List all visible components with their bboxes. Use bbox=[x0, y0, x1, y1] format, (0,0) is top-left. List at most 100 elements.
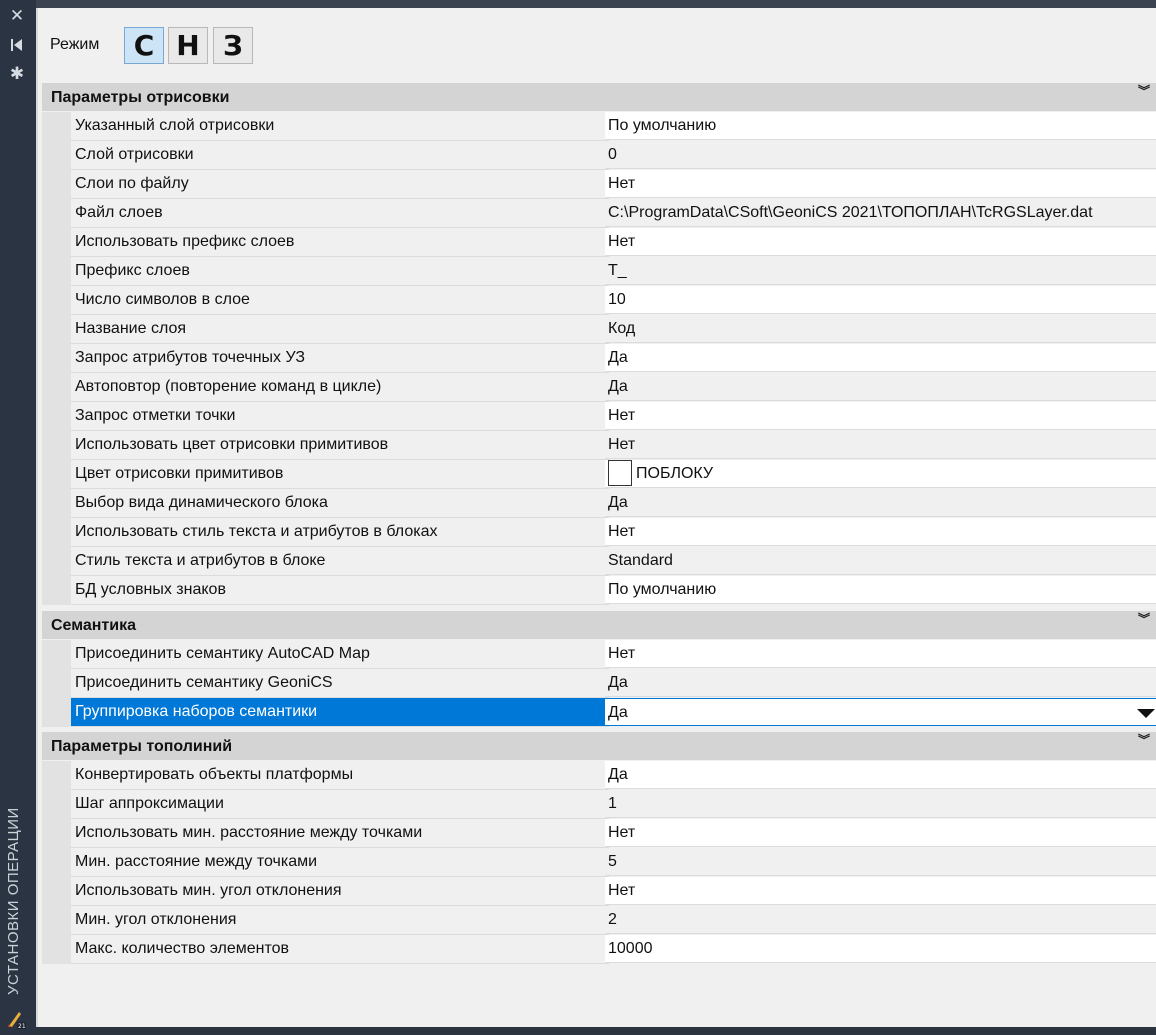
property-value-text: Да bbox=[608, 378, 628, 395]
property-value-text: Нет bbox=[608, 436, 636, 453]
close-icon[interactable]: ✕ bbox=[7, 6, 27, 26]
property-name: Группировка наборов семантики bbox=[71, 698, 609, 727]
property-value[interactable]: Да bbox=[605, 489, 1156, 517]
property-row[interactable]: Запрос атрибутов точечных УЗ Да bbox=[42, 344, 1156, 373]
property-name: Цвет отрисовки примитивов bbox=[71, 460, 609, 489]
property-name: Слой отрисовки bbox=[71, 141, 609, 170]
property-value-text: 0 bbox=[608, 146, 617, 163]
property-value[interactable]: Нет bbox=[605, 228, 1156, 256]
row-gutter bbox=[42, 141, 71, 170]
property-row[interactable]: Слои по файлу Нет bbox=[42, 170, 1156, 199]
property-value-text: Нет bbox=[608, 824, 636, 841]
property-row[interactable]: Использовать префикс слоев Нет bbox=[42, 228, 1156, 257]
row-gutter bbox=[42, 640, 71, 669]
property-row[interactable]: Префикс слоев T_ bbox=[42, 257, 1156, 286]
property-value[interactable]: Нет bbox=[605, 819, 1156, 847]
property-row[interactable]: БД условных знаков По умолчанию bbox=[42, 576, 1156, 605]
property-name: Слои по файлу bbox=[71, 170, 609, 199]
property-row[interactable]: Мин. расстояние между точками 5 bbox=[42, 848, 1156, 877]
property-row[interactable]: Мин. угол отклонения 2 bbox=[42, 906, 1156, 935]
property-value[interactable]: По умолчанию bbox=[605, 112, 1156, 140]
property-value[interactable]: Нет bbox=[605, 877, 1156, 905]
property-row[interactable]: Использовать стиль текста и атрибутов в … bbox=[42, 518, 1156, 547]
mode-button-z[interactable]: З bbox=[213, 27, 253, 64]
property-value[interactable]: Да bbox=[605, 669, 1156, 697]
section-drawing-params[interactable]: Параметры отрисовки ︾ bbox=[42, 83, 1156, 111]
property-value[interactable]: Нет bbox=[605, 431, 1156, 459]
settings-icon[interactable]: ✱ bbox=[7, 64, 27, 84]
property-value[interactable]: Да bbox=[605, 373, 1156, 401]
property-value[interactable]: 10 bbox=[605, 286, 1156, 314]
property-value[interactable]: Нет bbox=[605, 402, 1156, 430]
property-value[interactable]: Да bbox=[605, 761, 1156, 789]
property-row[interactable]: Указанный слой отрисовки По умолчанию bbox=[42, 112, 1156, 141]
row-gutter bbox=[42, 257, 71, 286]
property-name: Присоединить семантику AutoCAD Map bbox=[71, 640, 609, 669]
property-row[interactable]: Выбор вида динамического блока Да bbox=[42, 489, 1156, 518]
property-value[interactable]: 1 bbox=[605, 790, 1156, 818]
property-value[interactable]: Нет bbox=[605, 518, 1156, 546]
property-row[interactable]: Слой отрисовки 0 bbox=[42, 141, 1156, 170]
property-name: Мин. угол отклонения bbox=[71, 906, 609, 935]
property-value[interactable]: Да bbox=[605, 344, 1156, 372]
mode-button-c[interactable]: С bbox=[124, 27, 164, 64]
property-row[interactable]: Шаг аппроксимации 1 bbox=[42, 790, 1156, 819]
property-row[interactable]: Файл слоев C:\ProgramData\CSoft\GeoniCS 2… bbox=[42, 199, 1156, 228]
property-name: Шаг аппроксимации bbox=[71, 790, 609, 819]
property-value-text: T_ bbox=[608, 262, 627, 279]
property-row[interactable]: Использовать мин. расстояние между точка… bbox=[42, 819, 1156, 848]
property-value-dropdown[interactable]: Да bbox=[605, 698, 1156, 726]
property-row[interactable]: Макс. количество элементов 10000 bbox=[42, 935, 1156, 964]
property-row[interactable]: Стиль текста и атрибутов в блоке Standard bbox=[42, 547, 1156, 576]
dropdown-arrow-icon[interactable] bbox=[1137, 709, 1155, 718]
row-gutter bbox=[42, 698, 71, 727]
section-topolines[interactable]: Параметры тополиний ︾ bbox=[42, 732, 1156, 760]
mode-button-n[interactable]: Н bbox=[168, 27, 208, 64]
property-value[interactable]: Standard bbox=[605, 547, 1156, 575]
property-value[interactable]: По умолчанию bbox=[605, 576, 1156, 604]
property-value-text: Нет bbox=[608, 645, 636, 662]
property-value[interactable]: 5 bbox=[605, 848, 1156, 876]
property-value[interactable]: Нет bbox=[605, 170, 1156, 198]
row-gutter bbox=[42, 669, 71, 698]
property-row[interactable]: Группировка наборов семантики Да bbox=[42, 698, 1156, 727]
property-row[interactable]: Присоединить семантику GeoniCS Да bbox=[42, 669, 1156, 698]
panel-top-border bbox=[36, 0, 1156, 8]
property-value[interactable]: 0 bbox=[605, 141, 1156, 169]
property-row[interactable]: Конвертировать объекты платформы Да bbox=[42, 761, 1156, 790]
chevron-double-down-icon[interactable]: ︾ bbox=[1138, 85, 1150, 97]
property-name: Использовать мин. расстояние между точка… bbox=[71, 819, 609, 848]
property-value-text: 10 bbox=[608, 291, 626, 308]
property-row[interactable]: Название слоя Код bbox=[42, 315, 1156, 344]
property-value[interactable]: ПОБЛОКУ bbox=[605, 460, 1156, 488]
chevron-double-down-icon[interactable]: ︾ bbox=[1138, 613, 1150, 625]
property-value[interactable]: Нет bbox=[605, 640, 1156, 668]
property-name: Конвертировать объекты платформы bbox=[71, 761, 609, 790]
property-value[interactable]: 10000 bbox=[605, 935, 1156, 963]
property-row[interactable]: Присоединить семантику AutoCAD Map Нет bbox=[42, 640, 1156, 669]
property-value[interactable]: 2 bbox=[605, 906, 1156, 934]
property-value[interactable]: C:\ProgramData\CSoft\GeoniCS 2021\ТОПОПЛ… bbox=[605, 199, 1156, 227]
section-topolines-rows: Конвертировать объекты платформы Да Шаг ап… bbox=[42, 761, 1156, 964]
section-title: Семантика bbox=[51, 617, 137, 634]
row-gutter bbox=[42, 170, 71, 199]
property-value[interactable]: T_ bbox=[605, 257, 1156, 285]
collapse-icon[interactable] bbox=[7, 35, 27, 55]
properties-panel: Режим С Н З Параметры отрисовки ︾ Указан… bbox=[36, 8, 1156, 1027]
section-semantics[interactable]: Семантика ︾ bbox=[42, 611, 1156, 639]
property-row[interactable]: Число символов в слое 10 bbox=[42, 286, 1156, 315]
property-row[interactable]: Использовать мин. угол отклонения Нет bbox=[42, 877, 1156, 906]
property-value-text: Нет bbox=[608, 882, 636, 899]
property-name: Указанный слой отрисовки bbox=[71, 112, 609, 141]
property-row[interactable]: Использовать цвет отрисовки примитивов Не… bbox=[42, 431, 1156, 460]
section-drawing-params-rows: Указанный слой отрисовки По умолчанию Слой… bbox=[42, 112, 1156, 605]
chevron-double-down-icon[interactable]: ︾ bbox=[1138, 734, 1150, 746]
property-row[interactable]: Запрос отметки точки Нет bbox=[42, 402, 1156, 431]
section-title: Параметры отрисовки bbox=[51, 89, 230, 106]
palette-sidebar: ✕ ✱ УСТАНОВКИ ОПЕРАЦИИ 21 bbox=[0, 0, 36, 1034]
row-gutter bbox=[42, 344, 71, 373]
property-row[interactable]: Автоповтор (повторение команд в цикле) Да bbox=[42, 373, 1156, 402]
property-value[interactable]: Код bbox=[605, 315, 1156, 343]
property-row[interactable]: Цвет отрисовки примитивов ПОБЛОКУ bbox=[42, 460, 1156, 489]
property-value-text: По умолчанию bbox=[608, 117, 717, 134]
